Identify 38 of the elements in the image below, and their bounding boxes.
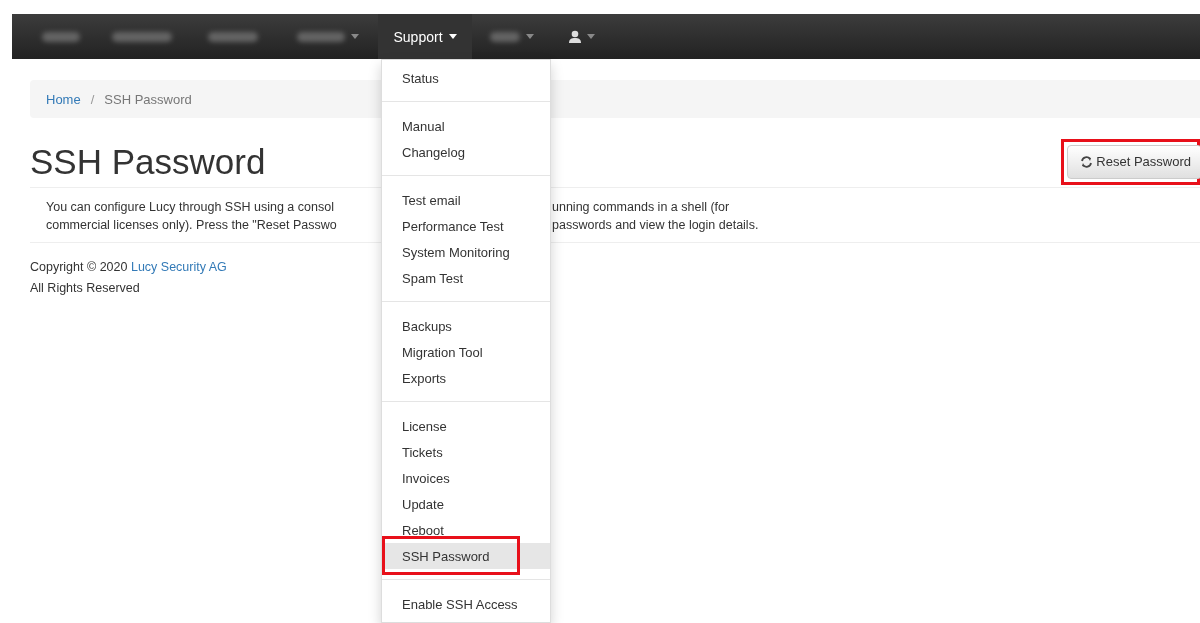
breadcrumb-separator: /: [90, 91, 95, 107]
page-title: SSH Password: [30, 141, 266, 182]
menu-item[interactable]: Backups: [382, 313, 550, 339]
menu-item[interactable]: System Monitoring: [382, 239, 550, 265]
blurred-nav-label: [42, 31, 80, 42]
refresh-icon: [1080, 155, 1094, 168]
copyright-text: Copyright © 2020: [30, 260, 128, 274]
menu-item[interactable]: Enable SSH Access: [382, 591, 550, 617]
blurred-nav-label: [112, 31, 172, 42]
nav-label: Support: [393, 28, 443, 45]
menu-item[interactable]: Status: [382, 65, 550, 91]
reset-password-button[interactable]: Reset Password: [1067, 144, 1200, 179]
menu-item[interactable]: Changelog: [382, 139, 550, 165]
menu-item[interactable]: Performance Test: [382, 213, 550, 239]
menu-item[interactable]: SSH Password: [382, 543, 550, 569]
nav-item[interactable]: Support: [378, 14, 472, 59]
menu-item[interactable]: Tickets: [382, 439, 550, 465]
menu-item[interactable]: Spam Test: [382, 265, 550, 291]
menu-item[interactable]: License: [382, 413, 550, 439]
menu-item[interactable]: Reboot: [382, 517, 550, 543]
user-icon: [569, 30, 581, 43]
menu-item[interactable]: Manual: [382, 113, 550, 139]
breadcrumb-current: SSH Password: [104, 91, 192, 107]
paragraph-text: unning commands in a shell (for: [552, 200, 730, 214]
breadcrumb-link[interactable]: Home: [46, 91, 81, 107]
paragraph-text: passwords and view the login details.: [552, 218, 759, 232]
paragraph-text: commercial licenses only). Press the "Reset Passwo: [46, 218, 337, 232]
menu-item[interactable]: Update: [382, 491, 550, 517]
menu-item[interactable]: Invoices: [382, 465, 550, 491]
blurred-nav-label: [208, 31, 258, 42]
menu-item[interactable]: Test email: [382, 187, 550, 213]
menu-item[interactable]: Migration Tool: [382, 339, 550, 365]
blurred-nav-label: [297, 31, 345, 42]
menu-item[interactable]: Exports: [382, 365, 550, 391]
blurred-nav-label: [490, 31, 520, 42]
rights-text: All Rights Reserved: [30, 280, 140, 297]
paragraph-text: You can configure Lucy through SSH using a consol: [46, 200, 334, 214]
company-link[interactable]: Lucy Security AG: [130, 260, 227, 274]
